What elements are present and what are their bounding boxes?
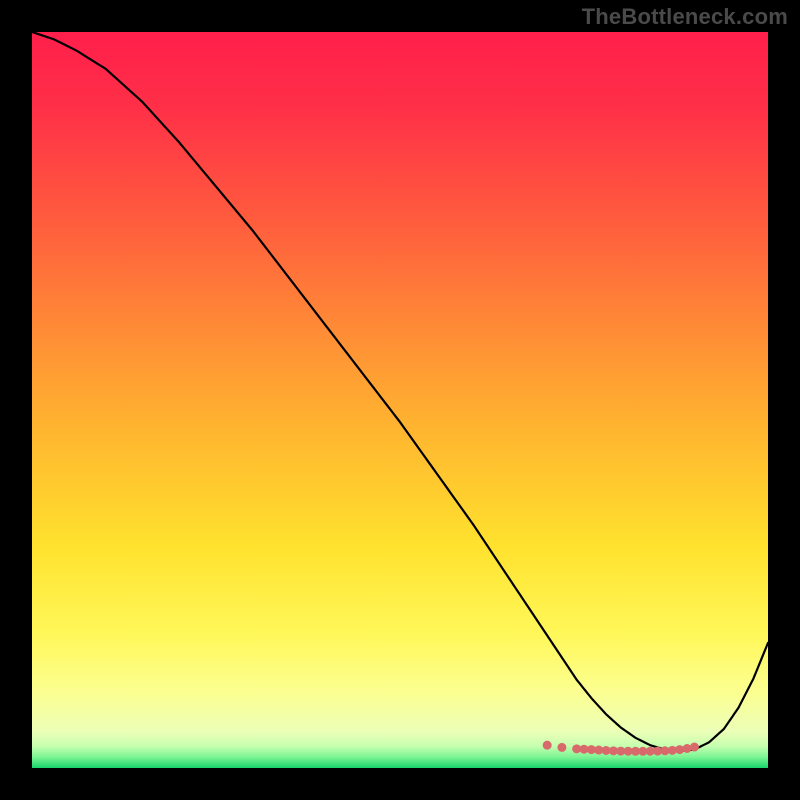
optimal-point-dot xyxy=(690,743,699,752)
optimal-point-dot xyxy=(557,743,566,752)
bottleneck-curve xyxy=(32,32,768,768)
plot-area xyxy=(32,32,768,768)
optimal-point-dot xyxy=(543,741,552,750)
curve-path xyxy=(32,32,768,751)
chart-frame: TheBottleneck.com xyxy=(0,0,800,800)
watermark-text: TheBottleneck.com xyxy=(582,4,788,30)
